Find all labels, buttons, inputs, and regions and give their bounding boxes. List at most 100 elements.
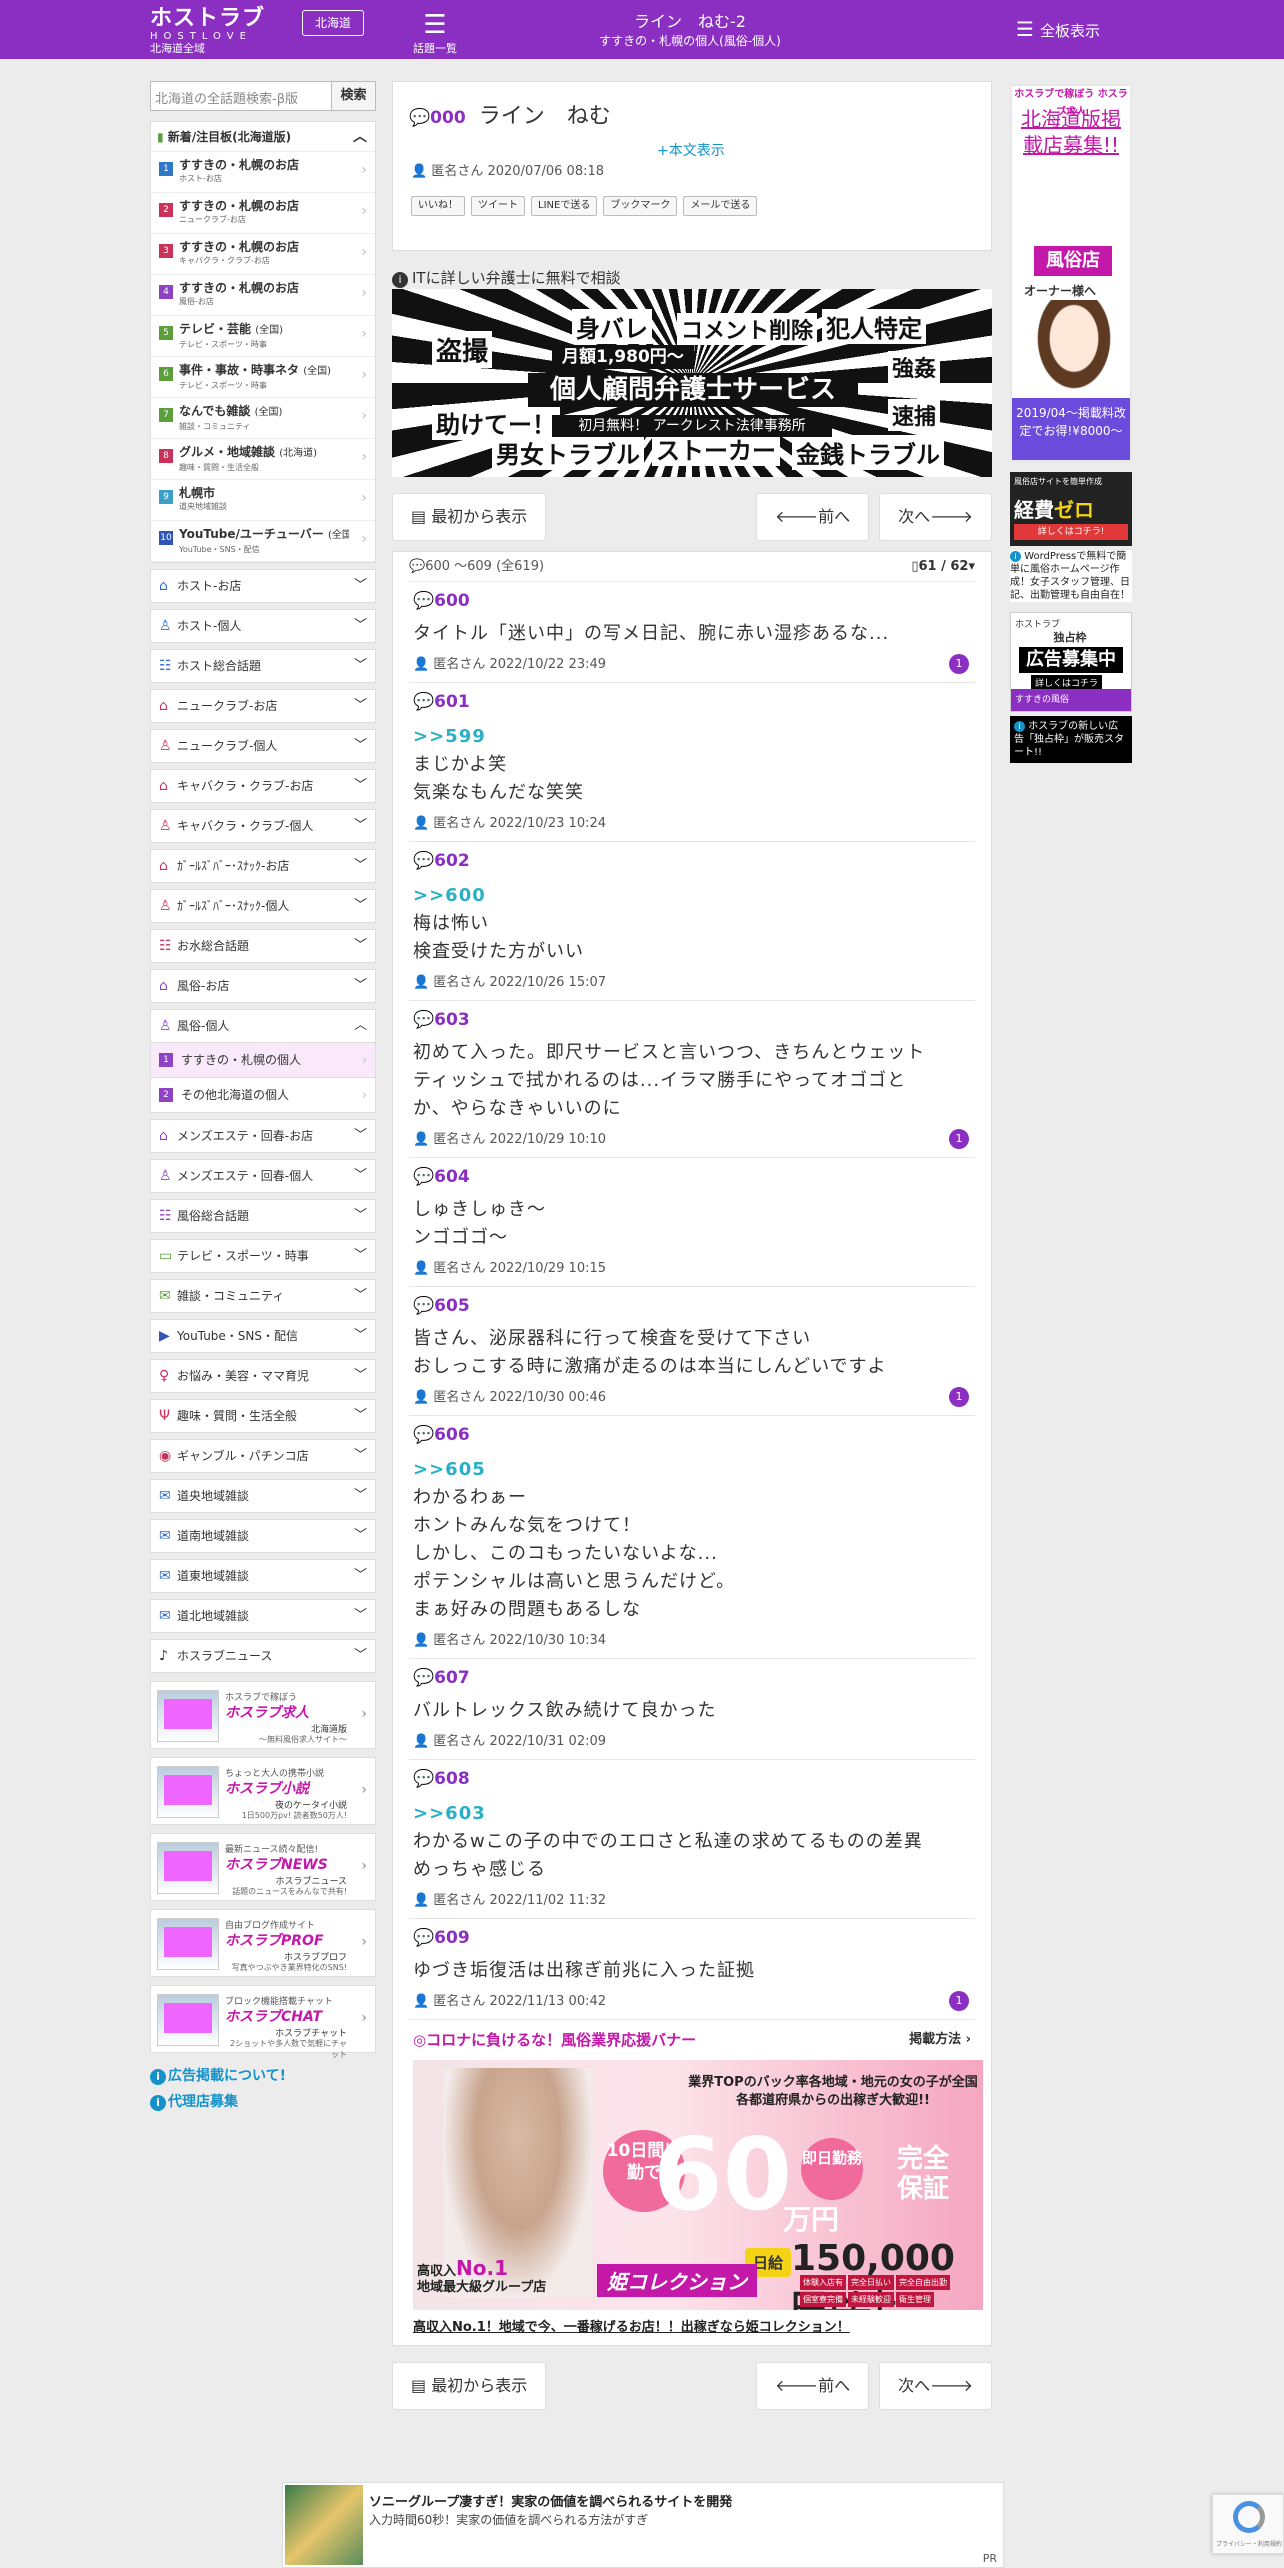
post-number[interactable]: 💬605: [413, 1295, 973, 1317]
post-number[interactable]: 💬601: [413, 691, 973, 713]
board-item[interactable]: 6 事件・事故・時事ネタ (全国) テレビ・スポーツ・時事 ›: [151, 357, 375, 398]
subcategory-item[interactable]: 2 その他北海道の個人 ›: [150, 1078, 376, 1113]
comment-icon: 💬: [413, 1167, 435, 1187]
reply-count-badge[interactable]: 1: [949, 1991, 969, 2011]
category-item[interactable]: ◉ ギャンブル・パチンコ店 ﹀: [150, 1439, 376, 1473]
next-button[interactable]: 次へ🡒: [879, 493, 992, 541]
category-active[interactable]: ♙ 風俗-個人 ︿: [150, 1009, 376, 1043]
first-page-button[interactable]: ▤ 最初から表示: [392, 2362, 547, 2410]
category-item[interactable]: ⌂ ホスト-お店 ﹀: [150, 569, 376, 603]
category-item[interactable]: ⌂ キャバクラ・クラブ-お店 ﹀: [150, 769, 376, 803]
category-item[interactable]: Ψ 趣味・質問・生活全般 ﹀: [150, 1399, 376, 1433]
board-item[interactable]: 1 すすきの・札幌のお店 ホスト-お店 ›: [151, 152, 375, 193]
category-item[interactable]: ⌂ 風俗-お店 ﹀: [150, 969, 376, 1003]
pr-text-link[interactable]: 高収入No.1！地域で今、一番稼げるお店！！出稼ぎなら姫コレクション！: [413, 2316, 971, 2335]
share-button[interactable]: ブックマーク: [603, 196, 678, 216]
service-banner[interactable]: ホスラブで稼ぼう ホスラブ求人 北海道版 〜無料風俗求人サイト〜 ›: [150, 1681, 376, 1749]
board-item[interactable]: 8 グルメ・地域雑談 (北海道) 趣味・質問・生活全般 ›: [151, 439, 375, 480]
category-item[interactable]: ♪ ホスラブニュース ﹀: [150, 1639, 376, 1673]
next-button[interactable]: 次へ🡒: [879, 2362, 992, 2410]
board-item[interactable]: 9 札幌市 道央地域雑談 ›: [151, 480, 375, 521]
category-item[interactable]: ♙ ホスト-個人 ﹀: [150, 609, 376, 643]
agency-link[interactable]: i 代理店募集: [150, 2089, 376, 2115]
person-icon: ♙: [159, 1018, 172, 1034]
category-item[interactable]: ⌂ ｶﾞｰﾙｽﾞﾊﾞｰ･ｽﾅｯｸ-お店 ﹀: [150, 849, 376, 883]
category-item[interactable]: ♙ ニュークラブ-個人 ﹀: [150, 729, 376, 763]
category-label: 道央地域雑談: [177, 1489, 250, 1503]
law-ad-banner[interactable]: 身バレ コメント削除 犯人特定 盗撮 強姦 速捕 助けてー！ 男女トラブル ストーカー 金銭トラブ…: [392, 289, 992, 477]
pr-banner-image[interactable]: 業界TOPのバック率各地域・地元の女の子が全国各都道府県からの出稼ぎ大歓迎!! …: [413, 2060, 983, 2310]
bottom-ad[interactable]: ソニーグループ凄すぎ！実家の価値を調べられるサイトを開発 入力時間60秒！実家の…: [282, 2482, 1004, 2568]
post-number[interactable]: 💬607: [413, 1667, 973, 1689]
reply-link[interactable]: >>600: [413, 882, 973, 910]
category-item[interactable]: ☷ お水総合話題 ﹀: [150, 929, 376, 963]
post-number[interactable]: 💬606: [413, 1424, 973, 1446]
law-ad-heading-text: ITに詳しい弁護士に無料で相談: [412, 269, 621, 287]
service-banner[interactable]: ブロック機能搭載チャット ホスラブCHAT ホスラブチャット 2ショットや多人数で気軽…: [150, 1985, 376, 2059]
search-input[interactable]: 北海道の全話題検索-β版: [150, 81, 332, 111]
post-number[interactable]: 💬608: [413, 1768, 973, 1790]
prev-button[interactable]: 🡐前へ: [756, 2362, 870, 2410]
prev-button[interactable]: 🡐前へ: [756, 493, 870, 541]
category-item[interactable]: ✉ 道央地域雑談 ﹀: [150, 1479, 376, 1513]
zero-cost-ad[interactable]: 風俗店サイトを簡単作成 経費ゼロ 詳しくはコチラ!: [1010, 472, 1132, 546]
new-boards-header[interactable]: ▮ 新着/注目板(北海道版) ︿: [151, 122, 375, 152]
post-number[interactable]: 💬600: [413, 590, 973, 612]
recruit-ad[interactable]: ホスラブで稼ぼう ホスラブ求人 北海道版掲載店募集!! 風俗店 オーナー様へ 2…: [1010, 84, 1132, 462]
board-item[interactable]: 10YouTube/ユーチューバー (全国)YouTube・SNS・配信›: [151, 521, 375, 562]
post-number[interactable]: 💬609: [413, 1927, 973, 1949]
search-button[interactable]: 検索: [332, 81, 376, 111]
board-item[interactable]: 7 なんでも雑談 (全国) 雑談・コミュニティ ›: [151, 398, 375, 439]
reply-count-badge[interactable]: 1: [949, 654, 969, 674]
post-number[interactable]: 💬603: [413, 1009, 973, 1031]
wordpress-note[interactable]: i WordPressで無料で簡単に風俗ホームページ作成！女子スタッフ管理、日記…: [1010, 550, 1132, 602]
reply-link[interactable]: >>605: [413, 1456, 973, 1484]
category-item[interactable]: ♀ お悩み・美容・ママ育児 ﹀: [150, 1359, 376, 1393]
pr-method-link[interactable]: 掲載方法 ›: [909, 2030, 971, 2050]
board-item[interactable]: 4 すすきの・札幌のお店 風俗-お店 ›: [151, 275, 375, 316]
share-button[interactable]: ツイート: [471, 196, 525, 216]
show-body-link[interactable]: +本文表示: [657, 140, 725, 160]
share-button[interactable]: いいね！: [411, 196, 465, 216]
board-text: グルメ・地域雑談 (北海道) 趣味・質問・生活全般: [179, 443, 349, 473]
category-item[interactable]: ♙ キャバクラ・クラブ-個人 ﹀: [150, 809, 376, 843]
site-logo[interactable]: ホストラブ HOSTLOVE 北海道全域: [150, 7, 265, 56]
all-boards-button[interactable]: ☰ 全板表示: [1016, 18, 1100, 42]
category-item[interactable]: ♙ ｶﾞｰﾙｽﾞﾊﾞｰ･ｽﾅｯｸ-個人 ﹀: [150, 889, 376, 923]
share-button[interactable]: メールで送る: [683, 196, 758, 216]
board-item[interactable]: 2 すすきの・札幌のお店 ニュークラブ-お店 ›: [151, 193, 375, 234]
category-item[interactable]: ✉ 道南地域雑談 ﹀: [150, 1519, 376, 1553]
category-item[interactable]: ♙ メンズエステ・回春-個人 ﹀: [150, 1159, 376, 1193]
share-button[interactable]: LINEで送る: [531, 196, 598, 216]
service-banner[interactable]: 自由ブログ作成サイト ホスラブPROF ホスラブプロフ 写真やつぶやき業界特化のSNS…: [150, 1909, 376, 1977]
category-item[interactable]: ✉ 道北地域雑談 ﹀: [150, 1599, 376, 1633]
post-number[interactable]: 💬604: [413, 1166, 973, 1188]
service-banner[interactable]: 最新ニュース続々配信! ホスラブNEWS ホスラブニュース 話題のニュースをみんなで共…: [150, 1833, 376, 1901]
reply-link[interactable]: >>603: [413, 1800, 973, 1828]
reply-count-badge[interactable]: 1: [949, 1129, 969, 1149]
area-select-button[interactable]: 北海道: [302, 10, 364, 36]
category-item[interactable]: ▭ テレビ・スポーツ・時事 ﹀: [150, 1239, 376, 1273]
category-item[interactable]: ▶ YouTube・SNS・配信 ﹀: [150, 1319, 376, 1353]
reply-count-badge[interactable]: 1: [949, 1387, 969, 1407]
category-item[interactable]: ☷ 風俗総合話題 ﹀: [150, 1199, 376, 1233]
reply-link[interactable]: >>599: [413, 723, 973, 751]
category-item[interactable]: ☷ ホスト総合話題 ﹀: [150, 649, 376, 683]
board-item[interactable]: 3 すすきの・札幌のお店 キャバクラ・クラブ-お店 ›: [151, 234, 375, 275]
category-item[interactable]: ✉ 道東地域雑談 ﹀: [150, 1559, 376, 1593]
category-item[interactable]: ✉ 雑談・コミュニティ ﹀: [150, 1279, 376, 1313]
category-item[interactable]: ⌂ メンズエステ・回春-お店 ﹀: [150, 1119, 376, 1153]
category-label: 道北地域雑談: [177, 1609, 250, 1623]
subcategory-item[interactable]: 1 すすきの・札幌の個人 ›: [150, 1043, 376, 1078]
post-number[interactable]: 💬602: [413, 850, 973, 872]
topic-list-button[interactable]: ☰ 話題一覧: [410, 10, 460, 56]
recaptcha-badge[interactable]: プライバシー・利用規約: [1212, 2494, 1284, 2554]
service-banner[interactable]: ちょっと大人の携帯小説 ホスラブ小説 夜のケータイ小説 1日500万pv! 読者数50…: [150, 1757, 376, 1825]
category-item[interactable]: ⌂ ニュークラブ-お店 ﹀: [150, 689, 376, 723]
exclusive-ad[interactable]: ホストラブ 独占枠 広告募集中 詳しくはコチラ すすきの風俗: [1010, 612, 1132, 712]
first-page-button[interactable]: ▤ 最初から表示: [392, 493, 547, 541]
board-item[interactable]: 5 テレビ・芸能 (全国) テレビ・スポーツ・時事 ›: [151, 316, 375, 357]
page-select[interactable]: ▯61 / 62▾: [911, 552, 975, 582]
ad-info-link[interactable]: i 広告掲載について!: [150, 2063, 376, 2089]
exclusive-note[interactable]: i ホスラブの新しい広告「独占枠」が販売スタート!!: [1010, 716, 1132, 763]
